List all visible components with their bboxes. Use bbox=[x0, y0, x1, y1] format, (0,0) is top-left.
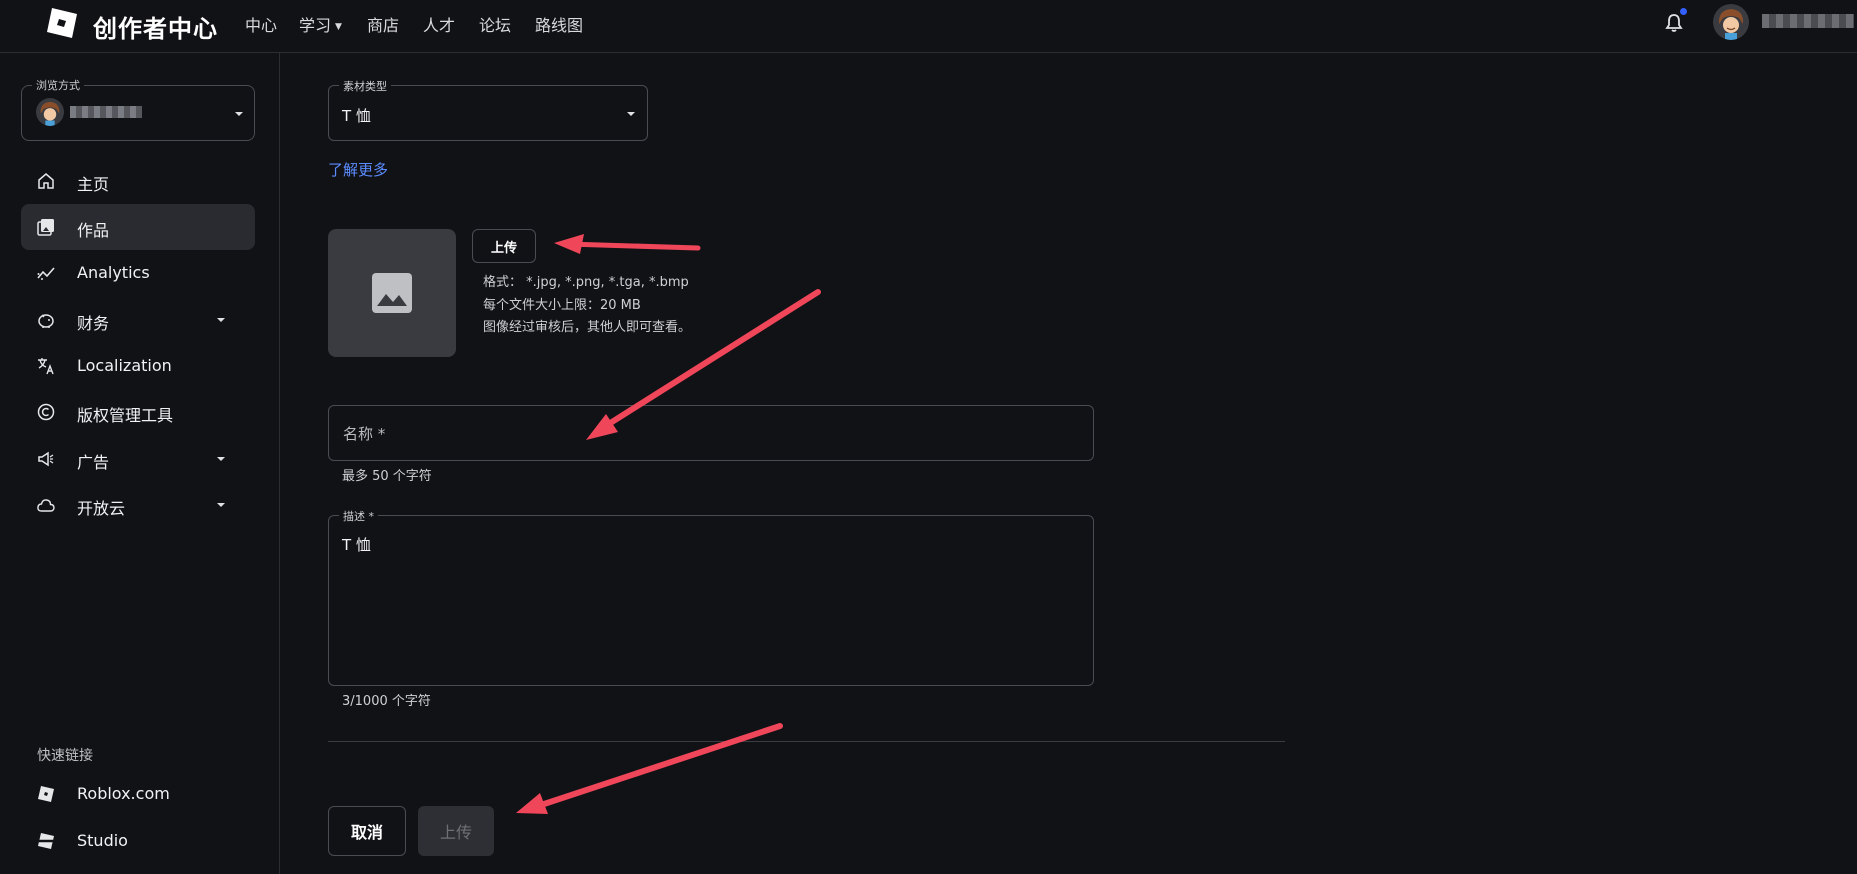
annotation-arrow bbox=[554, 234, 701, 254]
nav-item-store[interactable]: 商店 bbox=[367, 12, 399, 36]
sidebar-item-analytics[interactable]: Analytics bbox=[21, 250, 255, 296]
sidebar-item-creations[interactable]: 作品 bbox=[21, 204, 255, 250]
sidebar-item-label: 广告 bbox=[77, 453, 110, 472]
quick-link-label: Roblox.com bbox=[77, 784, 170, 803]
nav-item-learn[interactable]: 学习 ▼ bbox=[299, 12, 342, 36]
name-field[interactable]: 名称 * bbox=[328, 405, 1094, 461]
asset-type-label: 素材类型 bbox=[339, 78, 391, 94]
chevron-down-icon bbox=[217, 503, 225, 507]
name-helper-text: 最多 50 个字符 bbox=[342, 469, 432, 484]
home-icon bbox=[38, 173, 54, 189]
roblox-icon bbox=[38, 786, 54, 802]
copyright-icon bbox=[37, 403, 55, 421]
sidebar-item-label: 版权管理工具 bbox=[77, 406, 174, 425]
chevron-down-icon bbox=[235, 112, 243, 116]
creations-icon bbox=[37, 219, 54, 236]
divider bbox=[328, 741, 1285, 742]
image-preview bbox=[328, 229, 456, 357]
roblox-logo-icon[interactable] bbox=[45, 6, 79, 40]
sidebar-item-label: 财务 bbox=[77, 314, 110, 333]
asset-type-select[interactable]: 素材类型 T 恤 bbox=[328, 78, 648, 141]
upload-image-button[interactable]: 上传 bbox=[472, 229, 536, 263]
sidebar-item-label: Localization bbox=[77, 356, 172, 375]
brand-title[interactable]: 创作者中心 bbox=[93, 9, 218, 44]
quick-link-roblox[interactable]: Roblox.com bbox=[21, 771, 255, 817]
submit-upload-button[interactable]: 上传 bbox=[418, 806, 494, 856]
description-field[interactable]: 描述 * T 恤 bbox=[328, 508, 1094, 686]
view-mode-label: 浏览方式 bbox=[32, 77, 84, 93]
view-mode-value: ██████ bbox=[70, 106, 142, 118]
description-label: 描述 * bbox=[339, 508, 378, 524]
avatar bbox=[36, 98, 64, 126]
sidebar-item-label: 作品 bbox=[77, 221, 110, 240]
sidebar-item-localization[interactable]: Localization bbox=[21, 343, 255, 389]
chevron-down-icon bbox=[627, 112, 635, 116]
analytics-icon bbox=[37, 267, 55, 280]
chevron-down-icon: ▼ bbox=[335, 22, 342, 32]
avatar[interactable] bbox=[1713, 4, 1749, 40]
nav-item-dashboard[interactable]: 中心 bbox=[245, 12, 277, 36]
view-mode-select[interactable]: 浏览方式 ██████ bbox=[21, 77, 255, 141]
top-bar: 创作者中心 中心 学习▼ 商店 人才 论坛 路线图 ███████ bbox=[0, 0, 1857, 53]
size-limit-info: 每个文件大小上限：20 MB bbox=[483, 298, 641, 313]
cancel-button[interactable]: 取消 bbox=[328, 806, 406, 856]
username[interactable]: ███████ bbox=[1762, 14, 1854, 28]
sidebar-item-copyright[interactable]: 版权管理工具 bbox=[21, 389, 255, 435]
nav-item-talent[interactable]: 人才 bbox=[423, 12, 455, 36]
learn-more-link[interactable]: 了解更多 bbox=[328, 159, 388, 180]
finance-icon bbox=[38, 314, 54, 328]
studio-icon bbox=[38, 833, 54, 849]
translate-icon bbox=[38, 358, 54, 375]
nav-item-forum[interactable]: 论坛 bbox=[479, 12, 511, 36]
format-info: 格式： *.jpg, *.png, *.tga, *.bmp bbox=[483, 275, 689, 290]
cloud-icon bbox=[37, 499, 55, 512]
chevron-down-icon bbox=[217, 457, 225, 461]
sidebar-item-label: Analytics bbox=[77, 263, 150, 282]
review-info: 图像经过审核后，其他人即可查看。 bbox=[483, 320, 692, 335]
sidebar-item-finance[interactable]: 财务 bbox=[21, 297, 255, 343]
bell-icon[interactable] bbox=[1664, 12, 1684, 34]
annotation-arrow bbox=[516, 723, 783, 814]
sidebar-item-open-cloud[interactable]: 开放云 bbox=[21, 482, 255, 528]
description-helper-text: 3/1000 个字符 bbox=[342, 694, 431, 709]
image-placeholder-icon bbox=[372, 273, 412, 313]
sidebar-item-home[interactable]: 主页 bbox=[21, 158, 255, 204]
sidebar: 浏览方式 ██████ 主页 作品 Analytics 财务 Localizat… bbox=[0, 53, 280, 874]
chevron-down-icon bbox=[217, 318, 225, 322]
name-placeholder: 名称 * bbox=[343, 425, 386, 443]
sidebar-item-label: 主页 bbox=[77, 175, 110, 194]
quick-links-title: 快速链接 bbox=[37, 748, 93, 764]
notification-dot bbox=[1680, 8, 1687, 15]
megaphone-icon bbox=[38, 451, 54, 467]
sidebar-item-label: 开放云 bbox=[77, 499, 126, 518]
sidebar-item-ads[interactable]: 广告 bbox=[21, 436, 255, 482]
description-value: T 恤 bbox=[342, 536, 371, 554]
quick-link-label: Studio bbox=[77, 831, 128, 850]
nav-item-roadmap[interactable]: 路线图 bbox=[535, 12, 583, 36]
asset-type-value: T 恤 bbox=[342, 107, 371, 125]
quick-link-studio[interactable]: Studio bbox=[21, 818, 255, 864]
